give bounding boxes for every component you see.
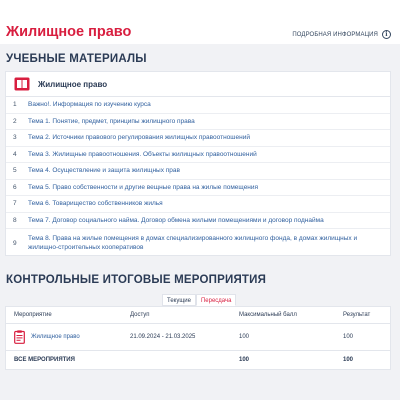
- materials-course-label: Жилищное право: [38, 79, 108, 89]
- item-number: 8: [13, 216, 17, 224]
- column-header: Максимальный балл: [239, 312, 297, 318]
- item-number: 5: [13, 167, 17, 175]
- item-number: 9: [13, 239, 17, 247]
- column-header: Результат: [343, 312, 371, 318]
- event-result: 100: [343, 334, 354, 340]
- item-number: 2: [13, 117, 17, 125]
- item-number: 1: [13, 101, 17, 109]
- total-label: ВСЕ МЕРОПРИЯТИЯ: [14, 357, 75, 363]
- course-title: Жилищное право: [6, 24, 132, 40]
- list-item[interactable]: 2 Тема 1. Понятие, предмет, принципы жили…: [6, 114, 390, 130]
- item-link[interactable]: Тема 7. Договор социального найма. Догов…: [28, 216, 390, 225]
- materials-course-header[interactable]: Жилищное право: [6, 72, 390, 97]
- item-link[interactable]: Тема 8. Права на жилые помещения в домах…: [28, 234, 390, 252]
- list-item[interactable]: 7 Тема 6. Товарищество собственников жиль…: [6, 196, 390, 213]
- item-number: 6: [13, 183, 17, 191]
- table-header: Мероприятие Доступ Максимальный балл Рез…: [6, 307, 390, 324]
- event-max-score: 100: [239, 334, 250, 340]
- item-link[interactable]: Тема 4. Осуществление и защита жилищных …: [28, 166, 390, 175]
- table-row[interactable]: Жилищное право 21.09.2024 - 21.03.2025 1…: [6, 324, 390, 351]
- clipboard-icon: [14, 330, 25, 344]
- list-item[interactable]: 1 Важно!. Информация по изучению курса: [6, 97, 390, 114]
- total-result: 100: [343, 357, 354, 363]
- tab-current[interactable]: Текущие: [162, 294, 196, 306]
- item-link[interactable]: Важно!. Информация по изучению курса: [28, 100, 390, 109]
- column-header: Мероприятие: [14, 312, 52, 318]
- item-number: 7: [13, 200, 17, 208]
- more-info-label: ПОДРОБНАЯ ИНФОРМАЦИЯ: [292, 31, 378, 38]
- item-link[interactable]: Тема 2. Источники правового регулировани…: [28, 133, 390, 142]
- list-item[interactable]: 9 Тема 8. Права на жилые помещения в дома…: [6, 229, 390, 257]
- materials-panel: Жилищное право 1 Важно!. Информация по из…: [5, 71, 391, 256]
- events-table: Мероприятие Доступ Максимальный балл Рез…: [5, 306, 391, 370]
- top-bar: Жилищное право ПОДРОБНАЯ ИНФОРМАЦИЯ i: [0, 0, 400, 44]
- event-name-link[interactable]: Жилищное право: [31, 334, 80, 340]
- more-info-link[interactable]: ПОДРОБНАЯ ИНФОРМАЦИЯ i: [292, 30, 391, 39]
- events-section-title: КОНТРОЛЬНЫЕ ИТОГОВЫЕ МЕРОПРИЯТИЯ: [6, 274, 267, 286]
- list-item[interactable]: 3 Тема 2. Источники правового регулирован…: [6, 130, 390, 147]
- page: Жилищное право ПОДРОБНАЯ ИНФОРМАЦИЯ i УЧ…: [0, 0, 400, 400]
- book-icon: [14, 77, 30, 91]
- tab-retake[interactable]: Пересдача: [195, 294, 237, 306]
- info-icon: i: [382, 30, 391, 39]
- event-access: 21.09.2024 - 21.03.2025: [130, 334, 196, 340]
- item-link[interactable]: Тема 5. Право собственности и другие вещ…: [28, 183, 390, 192]
- item-number: 4: [13, 150, 17, 158]
- events-tabs: Текущие Пересдача: [162, 294, 237, 306]
- list-item[interactable]: 8 Тема 7. Договор социального найма. Дого…: [6, 213, 390, 229]
- item-link[interactable]: Тема 6. Товарищество собственников жилья: [28, 199, 390, 208]
- item-link[interactable]: Тема 1. Понятие, предмет, принципы жилищ…: [28, 117, 390, 126]
- table-total-row: ВСЕ МЕРОПРИЯТИЯ 100 100: [6, 351, 390, 370]
- list-item[interactable]: 4 Тема 3. Жилищные правоотношения. Объект…: [6, 147, 390, 163]
- item-link[interactable]: Тема 3. Жилищные правоотношения. Объекты…: [28, 150, 390, 159]
- materials-section-title: УЧЕБНЫЕ МАТЕРИАЛЫ: [6, 53, 147, 65]
- total-max-score: 100: [239, 357, 250, 363]
- list-item[interactable]: 6 Тема 5. Право собственности и другие ве…: [6, 180, 390, 196]
- item-number: 3: [13, 134, 17, 142]
- list-item[interactable]: 5 Тема 4. Осуществление и защита жилищных…: [6, 163, 390, 180]
- column-header: Доступ: [130, 312, 150, 318]
